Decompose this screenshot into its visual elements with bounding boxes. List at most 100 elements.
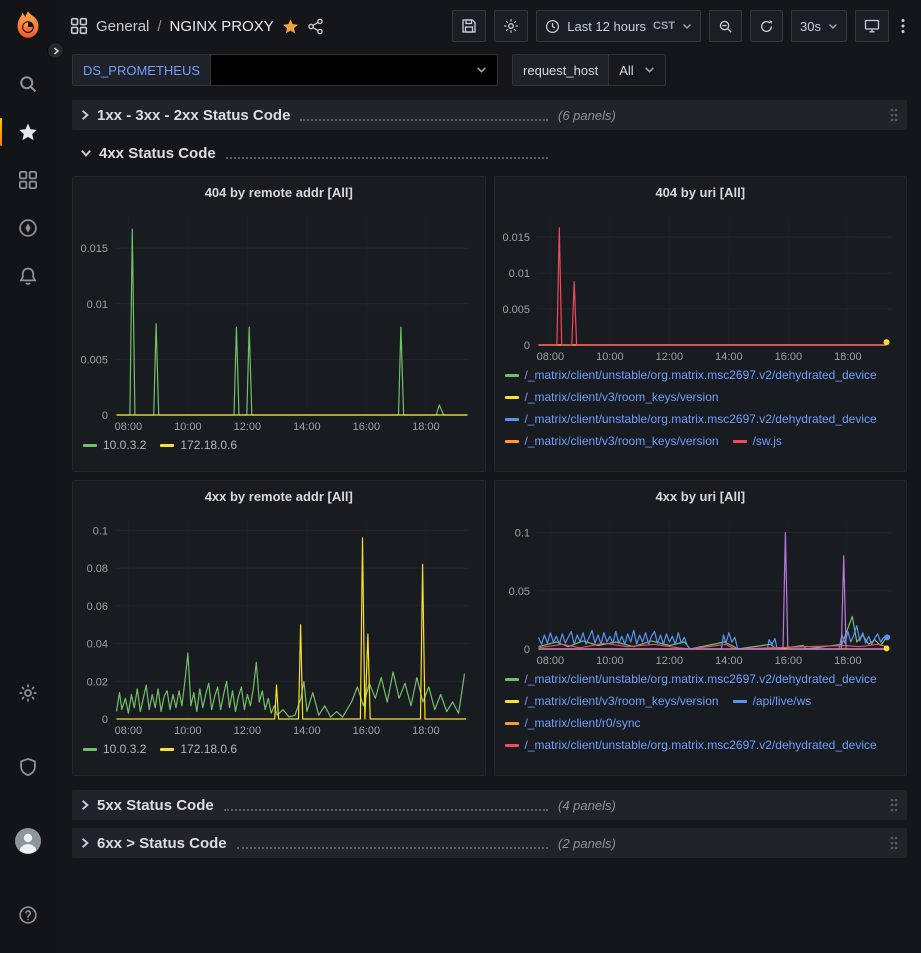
navbar-kebab-menu[interactable] — [897, 10, 909, 42]
chevron-down-icon — [682, 23, 692, 30]
panel-header[interactable]: 4xx by uri [All] — [495, 481, 907, 511]
legend-series-marker — [505, 374, 519, 377]
variable-request-host: request_host All — [512, 54, 666, 86]
top-navbar: General / NGINX PROXY — [56, 0, 921, 52]
svg-text:16:00: 16:00 — [353, 725, 381, 737]
sidebar-item-search[interactable] — [6, 64, 50, 104]
svg-text:0.1: 0.1 — [93, 525, 108, 537]
legend-series-marker — [83, 444, 97, 447]
legend-item[interactable]: /_matrix/client/r0/sync — [505, 715, 641, 731]
refresh-button[interactable] — [750, 10, 783, 42]
panel-legend: /_matrix/client/unstable/org.matrix.msc2… — [495, 669, 907, 775]
sidebar-item-starred[interactable] — [6, 112, 50, 152]
timeseries-chart[interactable]: 08:0010:0012:0014:0016:0018:0000.0050.01… — [495, 207, 907, 365]
row-header-5xx[interactable]: 5xx Status Code (4 panels) — [72, 790, 907, 820]
svg-text:18:00: 18:00 — [412, 725, 440, 737]
row-panel-count: (6 panels) — [558, 108, 616, 123]
search-icon — [18, 74, 38, 94]
panel-header[interactable]: 4xx by remote addr [All] — [73, 481, 485, 511]
legend-series-label: 10.0.3.2 — [103, 741, 146, 757]
chart-canvas[interactable]: 08:0010:0012:0014:0016:0018:0000.0050.01… — [495, 207, 907, 365]
sidebar-item-alerting[interactable] — [6, 256, 50, 296]
request-host-picker-value: All — [619, 63, 633, 78]
dashboard-settings-button[interactable] — [494, 10, 528, 42]
dashboard-grid-icon — [70, 17, 88, 35]
legend-item[interactable]: 172.18.0.6 — [160, 741, 237, 757]
legend-item[interactable]: 10.0.3.2 — [83, 437, 146, 453]
datasource-picker[interactable] — [210, 54, 498, 86]
svg-text:08:00: 08:00 — [536, 351, 564, 363]
variable-request-host-label: request_host — [512, 54, 608, 86]
time-range-picker[interactable]: Last 12 hours CST — [536, 10, 701, 42]
row-header-1xx-3xx-2xx[interactable]: 1xx - 3xx - 2xx Status Code (6 panels) — [72, 100, 907, 130]
sidebar-item-configuration[interactable] — [6, 673, 50, 713]
sidebar-expand-toggle[interactable] — [47, 42, 64, 59]
refresh-interval-picker[interactable]: 30s — [791, 10, 847, 42]
variable-datasource: DS_PROMETHEUS — [72, 54, 498, 86]
row-drag-handle[interactable] — [889, 835, 899, 851]
legend-series-label: 10.0.3.2 — [103, 437, 146, 453]
chevron-down-icon — [80, 148, 92, 158]
compass-icon — [18, 218, 38, 238]
dashboard-canvas: 1xx - 3xx - 2xx Status Code (6 panels) 4… — [56, 94, 921, 953]
legend-item[interactable]: /_matrix/client/unstable/org.matrix.msc2… — [505, 737, 877, 753]
share-icon[interactable] — [307, 18, 324, 35]
breadcrumb-folder[interactable]: General — [96, 18, 149, 35]
sidebar-item-server-admin[interactable] — [6, 747, 50, 787]
sidebar-item-dashboards[interactable] — [6, 160, 50, 200]
timeseries-chart[interactable]: 08:0010:0012:0014:0016:0018:0000.020.040… — [73, 511, 485, 739]
legend-item[interactable]: /_matrix/client/unstable/org.matrix.msc2… — [505, 367, 877, 383]
svg-text:16:00: 16:00 — [353, 421, 381, 433]
svg-text:12:00: 12:00 — [655, 655, 683, 667]
chart-canvas[interactable]: 08:0010:0012:0014:0016:0018:0000.020.040… — [73, 511, 485, 739]
panel-header[interactable]: 404 by uri [All] — [495, 177, 907, 207]
legend-item[interactable]: /api/live/ws — [733, 693, 812, 709]
timeseries-chart[interactable]: 08:0010:0012:0014:0016:0018:0000.050.1 — [495, 511, 907, 669]
chevron-right-icon — [80, 799, 90, 811]
chart-canvas[interactable]: 08:0010:0012:0014:0016:0018:0000.0050.01… — [73, 207, 485, 435]
svg-text:0: 0 — [523, 340, 529, 352]
legend-item[interactable]: /_matrix/client/v3/room_keys/version — [505, 693, 719, 709]
legend-item[interactable]: 10.0.3.2 — [83, 741, 146, 757]
row-header-6xx[interactable]: 6xx > Status Code (2 panels) — [72, 828, 907, 858]
grafana-logo[interactable] — [11, 8, 45, 42]
row-drag-handle[interactable] — [889, 107, 899, 123]
zoom-out-icon — [718, 19, 733, 34]
time-range-label: Last 12 hours — [567, 19, 646, 34]
svg-text:0.01: 0.01 — [508, 268, 529, 280]
sidebar-item-explore[interactable] — [6, 208, 50, 248]
legend-series-label: /sw.js — [753, 433, 782, 449]
legend-series-label: /_matrix/client/v3/room_keys/version — [525, 433, 719, 449]
legend-series-label: /api/live/ws — [753, 693, 812, 709]
panel-header[interactable]: 404 by remote addr [All] — [73, 177, 485, 207]
sidebar-item-profile[interactable] — [6, 821, 50, 861]
legend-item[interactable]: /_matrix/client/unstable/org.matrix.msc2… — [505, 671, 877, 687]
legend-item[interactable]: 172.18.0.6 — [160, 437, 237, 453]
row-header-4xx[interactable]: 4xx Status Code — [72, 138, 907, 168]
dashboard-title[interactable]: NGINX PROXY — [170, 18, 274, 35]
panel-title: 404 by uri [All] — [655, 185, 745, 200]
svg-text:10:00: 10:00 — [596, 655, 624, 667]
legend-item[interactable]: /_matrix/client/v3/room_keys/version — [505, 433, 719, 449]
avatar — [14, 827, 42, 855]
panel-title: 404 by remote addr [All] — [205, 185, 353, 200]
save-dashboard-button[interactable] — [452, 10, 486, 42]
sidebar-item-help[interactable] — [6, 895, 50, 935]
row-drag-handle[interactable] — [889, 797, 899, 813]
legend-item[interactable]: /sw.js — [733, 433, 782, 449]
favorite-star-icon[interactable] — [282, 18, 299, 35]
svg-text:14:00: 14:00 — [293, 725, 321, 737]
zoom-out-button[interactable] — [709, 10, 742, 42]
tv-mode-button[interactable] — [855, 10, 889, 42]
legend-item[interactable]: /_matrix/client/v3/room_keys/version — [505, 389, 719, 405]
chart-canvas[interactable]: 08:0010:0012:0014:0016:0018:0000.050.1 — [495, 511, 907, 669]
gear-icon — [18, 683, 38, 703]
legend-item[interactable]: /_matrix/client/unstable/org.matrix.msc2… — [505, 411, 877, 427]
legend-series-marker — [505, 418, 519, 421]
request-host-picker[interactable]: All — [608, 54, 665, 86]
timeseries-chart[interactable]: 08:0010:0012:0014:0016:0018:0000.0050.01… — [73, 207, 485, 435]
row-title: 5xx Status Code — [97, 797, 214, 814]
legend-series-marker — [505, 678, 519, 681]
legend-series-marker — [505, 396, 519, 399]
svg-text:0.01: 0.01 — [87, 299, 108, 311]
